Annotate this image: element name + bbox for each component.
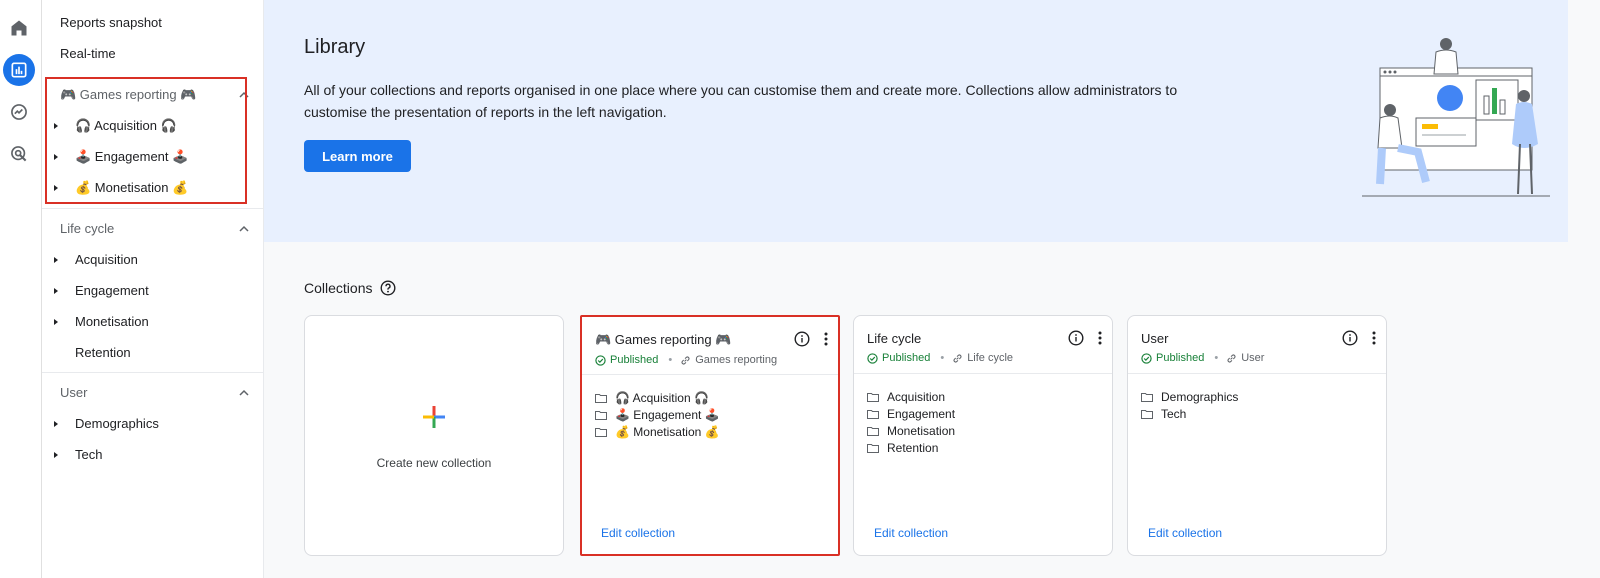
section-title: User [60, 385, 88, 400]
folder-icon [867, 443, 879, 453]
link-icon [953, 354, 962, 362]
linked-report: User [1241, 352, 1265, 364]
folder-icon [595, 393, 607, 403]
nav-item-label: Tech [75, 447, 103, 462]
edit-collection-link[interactable]: Edit collection [874, 526, 948, 540]
nav-real-time[interactable]: Real-time [60, 46, 116, 61]
plus-icon [423, 406, 445, 428]
status-badge: Published [610, 354, 659, 366]
expand-arrow-icon [54, 420, 58, 427]
collection-card-user[interactable]: User Published • User Demographics Tech … [1127, 315, 1387, 556]
divider [42, 208, 264, 209]
expand-arrow-icon [54, 287, 58, 294]
expand-arrow-icon [54, 256, 58, 263]
collections-header: Collections [304, 280, 396, 296]
edit-collection-link[interactable]: Edit collection [1148, 526, 1222, 540]
nav-item-label: Engagement [75, 283, 149, 298]
folder-icon [595, 410, 607, 420]
create-collection-card[interactable]: Create new collection [304, 315, 564, 556]
home-icon[interactable] [3, 12, 35, 44]
link-icon [1227, 354, 1236, 362]
list-item[interactable]: Demographics [1141, 388, 1238, 405]
edit-collection-link[interactable]: Edit collection [601, 526, 675, 540]
library-illustration-icon [1362, 38, 1550, 197]
nav-item-label: Acquisition [75, 252, 138, 267]
folder-icon [867, 409, 879, 419]
highlight-box [45, 77, 247, 204]
create-collection-label: Create new collection [376, 456, 492, 470]
folder-icon [867, 426, 879, 436]
collections-title: Collections [304, 280, 373, 296]
list-item[interactable]: 🎧 Acquisition 🎧 [595, 389, 720, 406]
nav-item-label: Retention [75, 345, 131, 360]
learn-more-button[interactable]: Learn more [304, 140, 411, 172]
linked-report: Games reporting [695, 354, 778, 366]
more-vert-icon[interactable] [1372, 331, 1376, 345]
advertising-icon[interactable] [3, 138, 35, 170]
chevron-up-icon [239, 389, 249, 396]
card-meta: Published • Games reporting [595, 354, 828, 366]
card-meta: Published • User [1141, 352, 1376, 364]
list-item[interactable]: Acquisition [867, 388, 955, 405]
folder-icon [1141, 409, 1153, 419]
list-item[interactable]: Monetisation [867, 422, 955, 439]
info-icon[interactable] [1068, 330, 1084, 346]
reports-icon[interactable] [3, 54, 35, 86]
card-meta: Published • Life cycle [867, 352, 1102, 364]
list-item[interactable]: 🕹️ Engagement 🕹️ [595, 406, 720, 423]
more-vert-icon[interactable] [1098, 331, 1102, 345]
folder-icon [595, 427, 607, 437]
section-life-cycle[interactable]: Life cycle [60, 221, 250, 236]
page-title: Library [304, 36, 366, 58]
card-report-list: Demographics Tech [1141, 388, 1238, 422]
nav-item-demographics[interactable]: Demographics [52, 416, 252, 431]
list-item[interactable]: 💰 Monetisation 💰 [595, 423, 720, 440]
check-circle-icon [867, 352, 878, 364]
expand-arrow-icon [54, 451, 58, 458]
check-circle-icon [1141, 352, 1152, 364]
linked-report: Life cycle [967, 352, 1014, 364]
nav-reports-snapshot[interactable]: Reports snapshot [60, 15, 162, 30]
more-vert-icon[interactable] [824, 332, 828, 346]
list-item[interactable]: Retention [867, 439, 955, 456]
nav-item-engagement[interactable]: Engagement [52, 283, 252, 298]
nav-item-acquisition[interactable]: Acquisition [52, 252, 252, 267]
expand-arrow-icon [54, 318, 58, 325]
card-report-list: 🎧 Acquisition 🎧 🕹️ Engagement 🕹️ 💰 Monet… [595, 389, 720, 440]
card-report-list: Acquisition Engagement Monetisation Rete… [867, 388, 955, 456]
nav-item-retention[interactable]: Retention [52, 345, 252, 360]
info-icon[interactable] [1342, 330, 1358, 346]
nav-item-monetisation[interactable]: Monetisation [52, 314, 252, 329]
info-icon[interactable] [794, 331, 810, 347]
section-title: Life cycle [60, 221, 115, 236]
nav-item-tech[interactable]: Tech [52, 447, 252, 462]
check-circle-icon [595, 354, 606, 366]
collection-card-games-reporting[interactable]: 🎮 Games reporting 🎮 Published • Games re… [580, 315, 840, 556]
collection-card-life-cycle[interactable]: Life cycle Published • Life cycle Acquis… [853, 315, 1113, 556]
card-title: Life cycle [867, 331, 922, 346]
explore-icon[interactable] [3, 96, 35, 128]
icon-rail [0, 0, 42, 578]
library-hero: Library All of your collections and repo… [264, 0, 1568, 242]
section-user[interactable]: User [60, 385, 250, 400]
folder-icon [867, 392, 879, 402]
list-item[interactable]: Tech [1141, 405, 1238, 422]
folder-icon [1141, 392, 1153, 402]
link-icon [681, 356, 690, 364]
card-title: User [1141, 331, 1169, 346]
library-description: All of your collections and reports orga… [304, 82, 1178, 120]
divider [42, 372, 264, 373]
status-badge: Published [882, 352, 931, 364]
nav-item-label: Monetisation [75, 314, 149, 329]
help-icon[interactable] [380, 280, 396, 296]
list-item[interactable]: Engagement [867, 405, 955, 422]
nav-item-label: Demographics [75, 416, 159, 431]
status-badge: Published [1156, 352, 1205, 364]
chevron-up-icon [239, 225, 249, 232]
